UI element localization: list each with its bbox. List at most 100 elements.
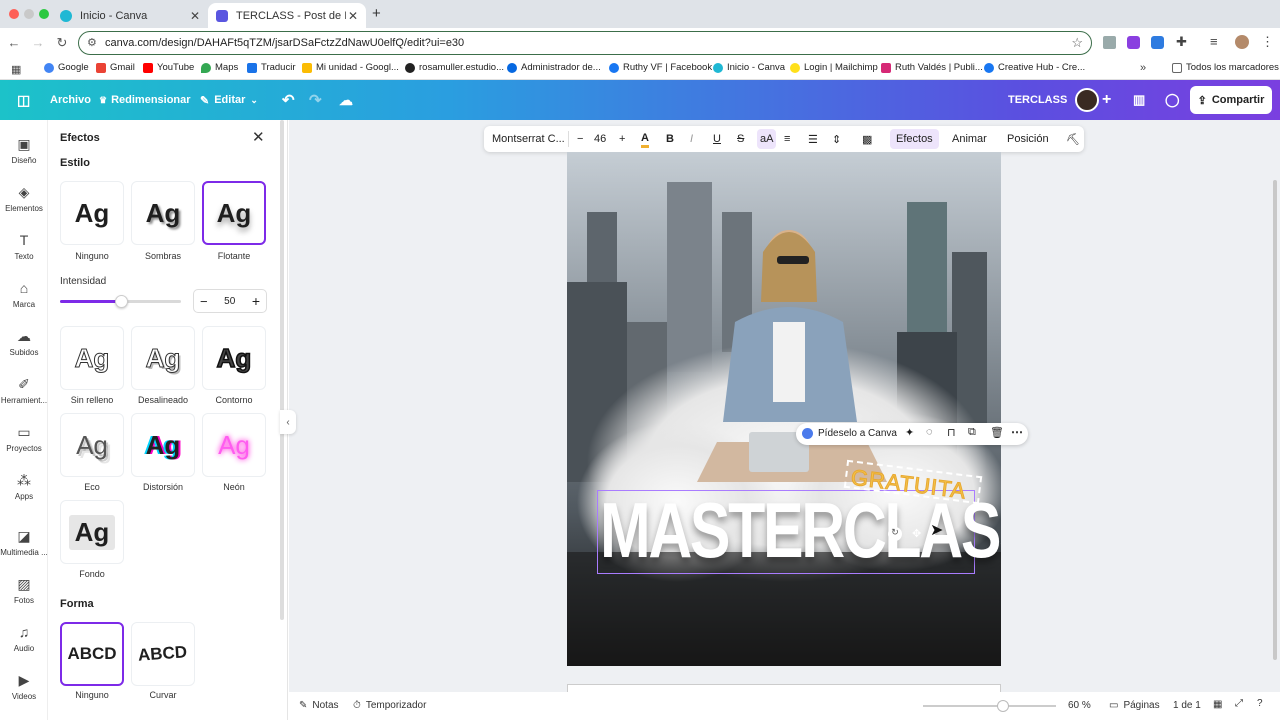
ask-canva-button[interactable]: Pídeselo a Canva	[818, 428, 897, 439]
move-handle-icon[interactable]: ✥	[912, 527, 921, 540]
share-button[interactable]: ⇪ Compartir	[1190, 86, 1272, 114]
letter-case-icon[interactable]: aA	[757, 129, 777, 149]
rotate-handle-icon[interactable]: ↻	[888, 527, 902, 541]
font-size-decrease-icon[interactable]: −	[577, 126, 583, 152]
underline-icon[interactable]: U	[713, 126, 721, 152]
project-name[interactable]: TERCLASS	[1008, 80, 1067, 120]
bookmark-item[interactable]: Maps	[201, 62, 238, 73]
transparency-icon[interactable]: ▩	[862, 126, 872, 152]
back-icon[interactable]: ←	[6, 35, 22, 50]
site-info-icon[interactable]: ⚙	[87, 36, 97, 49]
copy-style-icon[interactable]: ⛏	[1066, 126, 1080, 152]
reading-list-icon[interactable]: ≡	[1210, 34, 1218, 49]
shape-curve-card[interactable]: ABCD	[131, 622, 195, 686]
cloud-saved-icon[interactable]: ☁	[339, 80, 353, 120]
add-collaborator-icon[interactable]: +	[1102, 80, 1111, 120]
bookmark-item[interactable]: Login | Mailchimp	[790, 62, 878, 73]
notes-button[interactable]: ✎ Notas	[299, 700, 339, 711]
canvas-scrollbar[interactable]	[1273, 180, 1277, 660]
minus-icon[interactable]: −	[200, 294, 208, 309]
file-menu-button[interactable]: Archivo	[50, 80, 91, 120]
apps-grid-icon[interactable]: ▦	[11, 63, 21, 76]
style-background-card[interactable]: Ag	[60, 500, 124, 564]
zoom-slider-track[interactable]	[923, 700, 1056, 712]
forward-icon[interactable]: →	[30, 35, 46, 50]
url-field[interactable]: ⚙ canva.com/design/DAHAFt5qTZM/jsarDSaFc…	[78, 31, 1092, 55]
align-center-icon[interactable]: ≡	[784, 126, 790, 152]
bookmark-item[interactable]: Inicio - Canva	[713, 62, 785, 73]
maximize-window-icon[interactable]	[39, 9, 49, 19]
style-lift-card[interactable]: Ag	[202, 181, 266, 245]
position-button[interactable]: Posición	[1007, 126, 1049, 152]
tab-inicio-canva[interactable]: Inicio - Canva ✕	[52, 3, 208, 28]
rail-item-elements[interactable]: ◈ Elementos	[0, 184, 48, 213]
more-bookmarks-icon[interactable]: »	[1140, 62, 1146, 74]
intensity-slider-track[interactable]	[60, 295, 181, 308]
more-options-icon[interactable]: ⋯	[1011, 425, 1023, 439]
effects-button[interactable]: Efectos	[890, 129, 939, 149]
text-color-icon[interactable]: A	[641, 130, 649, 148]
style-neon-card[interactable]: Ag	[202, 413, 266, 477]
style-splice-card[interactable]: Ag	[131, 326, 195, 390]
strikethrough-icon[interactable]: S	[737, 126, 744, 152]
help-icon[interactable]: ?	[1257, 698, 1263, 709]
bookmark-item[interactable]: Ruthy VF | Facebook	[609, 62, 712, 73]
grid-view-icon[interactable]: ▦	[1213, 699, 1222, 710]
edit-menu-button[interactable]: ✎ Editar ⌄	[200, 80, 258, 120]
masterclass-text-box[interactable]: MASTERCLASS ↻ ✥	[597, 486, 1001, 574]
bookmark-item[interactable]: Traducir	[247, 62, 296, 73]
intensity-value[interactable]: 50	[224, 296, 235, 307]
style-echo-card[interactable]: Ag	[60, 413, 124, 477]
list-icon[interactable]: ☰	[808, 126, 818, 152]
intensity-stepper[interactable]: − 50 +	[193, 289, 267, 313]
rail-item-apps[interactable]: ⁂ Apps	[0, 472, 48, 501]
profile-avatar[interactable]	[1235, 35, 1249, 49]
tab-terclass[interactable]: TERCLASS - Post de Instagram ✕	[208, 3, 366, 28]
intensity-slider-handle[interactable]	[114, 295, 128, 308]
user-avatar[interactable]	[1075, 88, 1099, 112]
close-tab-icon[interactable]: ✕	[348, 9, 358, 23]
zoom-level[interactable]: 60 %	[1068, 700, 1091, 711]
reload-icon[interactable]: ↻	[54, 35, 70, 51]
lock-icon[interactable]: ⊓	[947, 426, 956, 439]
animate-button[interactable]: Animar	[952, 126, 987, 152]
bookmark-star-icon[interactable]: ☆	[1071, 35, 1083, 51]
style-shadow-card[interactable]: Ag	[131, 181, 195, 245]
rail-item-audio[interactable]: ♫ Audio	[0, 624, 48, 653]
pages-button[interactable]: ▭ Páginas	[1109, 700, 1160, 711]
duplicate-icon[interactable]: ⧉	[968, 426, 976, 439]
bookmark-item[interactable]: Mi unidad - Googl...	[302, 62, 399, 73]
rail-item-photos[interactable]: ▨ Fotos	[0, 576, 48, 605]
style-outline-card[interactable]: Ag	[202, 326, 266, 390]
extension-icon[interactable]	[1103, 36, 1116, 49]
style-glitch-card[interactable]: Ag	[131, 413, 195, 477]
style-none-card[interactable]: Ag	[60, 181, 124, 245]
zoom-slider-handle[interactable]	[996, 700, 1009, 712]
rail-item-tools[interactable]: ✐ Herramient...	[0, 376, 48, 405]
font-size-increase-icon[interactable]: +	[619, 126, 625, 152]
rail-item-uploads[interactable]: ☁ Subidos	[0, 328, 48, 357]
undo-icon[interactable]: ↶	[282, 80, 295, 120]
collapse-panel-button[interactable]: ‹	[280, 410, 296, 434]
rail-item-brand[interactable]: ⌂ Marca	[0, 280, 48, 309]
resize-button[interactable]: ♛ Redimensionar	[99, 80, 191, 120]
plus-icon[interactable]: +	[252, 293, 260, 309]
rail-item-videos[interactable]: ▶ Videos	[0, 672, 48, 701]
close-window-icon[interactable]	[9, 9, 19, 19]
minimize-window-icon[interactable]	[24, 9, 34, 19]
bookmark-item[interactable]: Administrador de...	[507, 62, 601, 73]
rail-item-design[interactable]: ▣ Diseño	[0, 136, 48, 165]
trash-icon[interactable]: 🗑	[990, 426, 1004, 439]
magic-wand-icon[interactable]: ✦	[905, 426, 914, 439]
close-tab-icon[interactable]: ✕	[190, 9, 200, 23]
font-family-select[interactable]: Montserrat C...	[492, 126, 565, 152]
extension-icon[interactable]	[1151, 36, 1164, 49]
bookmark-item[interactable]: Gmail	[96, 62, 135, 73]
comments-icon[interactable]: ◯	[1165, 80, 1180, 120]
italic-icon[interactable]: I	[690, 126, 693, 152]
close-panel-icon[interactable]: ✕	[252, 128, 265, 146]
insights-chart-icon[interactable]: ▥	[1133, 80, 1145, 120]
design-page[interactable]: MASTERCLASS ↻ ✥ GRATUITA ➤	[567, 152, 1001, 666]
bookmark-item[interactable]: YouTube	[143, 62, 194, 73]
rail-item-text[interactable]: T Texto	[0, 232, 48, 261]
